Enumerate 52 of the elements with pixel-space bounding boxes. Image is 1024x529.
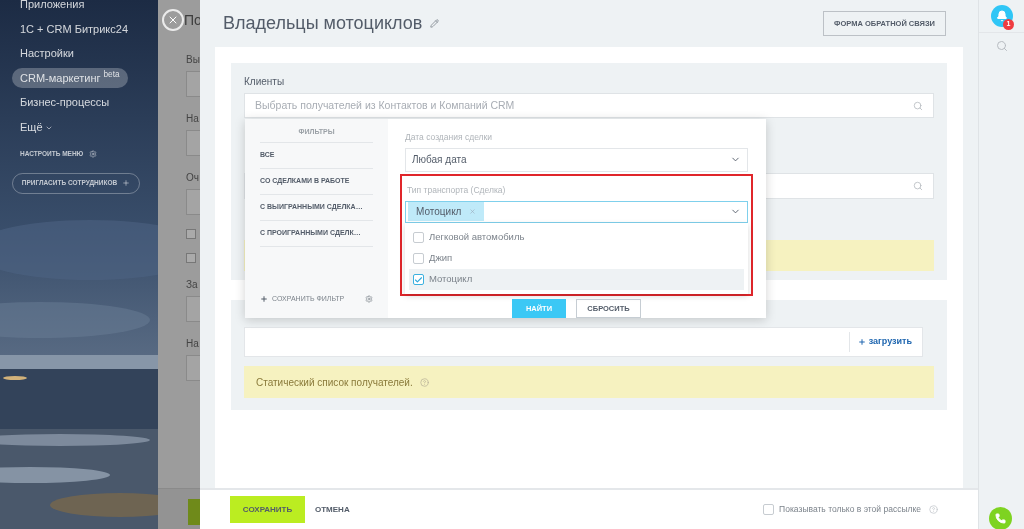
help-icon[interactable] bbox=[929, 505, 938, 514]
input-field[interactable] bbox=[186, 71, 200, 97]
input-field[interactable] bbox=[186, 189, 200, 215]
plus-icon bbox=[122, 179, 131, 188]
edit-icon[interactable] bbox=[430, 19, 440, 28]
field-label: Клиенты bbox=[244, 75, 286, 89]
help-icon[interactable] bbox=[419, 377, 429, 387]
field-label: Оч bbox=[186, 171, 200, 185]
selected-tag[interactable]: Мотоцикл bbox=[408, 202, 485, 222]
input-field[interactable] bbox=[186, 355, 200, 381]
sidebar-item[interactable]: Приложения bbox=[12, 0, 93, 15]
option-item[interactable]: Джип bbox=[409, 248, 744, 269]
upload-link[interactable]: загрузить bbox=[848, 332, 922, 352]
option-item[interactable]: Легковой автомобиль bbox=[409, 227, 744, 248]
input-field[interactable] bbox=[186, 130, 200, 156]
page-title: Владельцы мотоциклов bbox=[223, 12, 423, 35]
checkbox[interactable] bbox=[413, 253, 424, 264]
checkbox[interactable] bbox=[186, 253, 196, 263]
save-button[interactable] bbox=[188, 499, 200, 525]
close-icon bbox=[167, 14, 179, 26]
remove-icon[interactable] bbox=[469, 208, 477, 216]
checkbox[interactable] bbox=[413, 232, 424, 243]
sidebar-item[interactable]: Ещё bbox=[12, 116, 61, 137]
search-icon bbox=[913, 100, 923, 111]
settings-icon[interactable] bbox=[365, 294, 373, 303]
field-label: Дата создания сделки bbox=[405, 131, 494, 144]
search-icon bbox=[913, 181, 923, 191]
checkbox[interactable] bbox=[186, 229, 196, 239]
field-label: На bbox=[186, 112, 200, 126]
field-label: Тип транспорта (Сделка) bbox=[407, 184, 507, 197]
input-field[interactable] bbox=[186, 296, 200, 322]
date-select[interactable]: Любая дата bbox=[405, 147, 748, 172]
save-button[interactable]: СОХРАНИТЬ bbox=[230, 496, 305, 523]
checkbox[interactable] bbox=[763, 504, 775, 515]
option-item[interactable]: Мотоцикл bbox=[409, 269, 744, 290]
sidebar-item[interactable]: Настройки bbox=[12, 43, 82, 64]
cancel-button[interactable]: ОТМЕНА bbox=[315, 503, 350, 516]
field-label: Вы bbox=[186, 53, 200, 67]
plus-icon bbox=[260, 294, 268, 303]
bell-icon[interactable] bbox=[990, 5, 1013, 27]
sidebar-item[interactable]: CRM-маркетинг $^{beta}$ bbox=[12, 67, 128, 88]
checkbox[interactable] bbox=[413, 274, 424, 285]
checkbox-label: Показывать только в этой рассылке bbox=[779, 503, 921, 516]
plus-icon bbox=[857, 338, 866, 346]
field-label: На bbox=[186, 337, 200, 351]
sidebar-item[interactable]: 1С + CRM Битрикс24 bbox=[12, 18, 137, 39]
field-label: За bbox=[186, 278, 199, 292]
phone-icon[interactable] bbox=[989, 507, 1012, 529]
sidebar-item[interactable]: Бизнес-процессы bbox=[12, 92, 118, 113]
search-icon[interactable] bbox=[995, 40, 1008, 52]
notice-text: Статический список получателей. bbox=[256, 375, 413, 390]
close-button[interactable] bbox=[162, 9, 184, 31]
